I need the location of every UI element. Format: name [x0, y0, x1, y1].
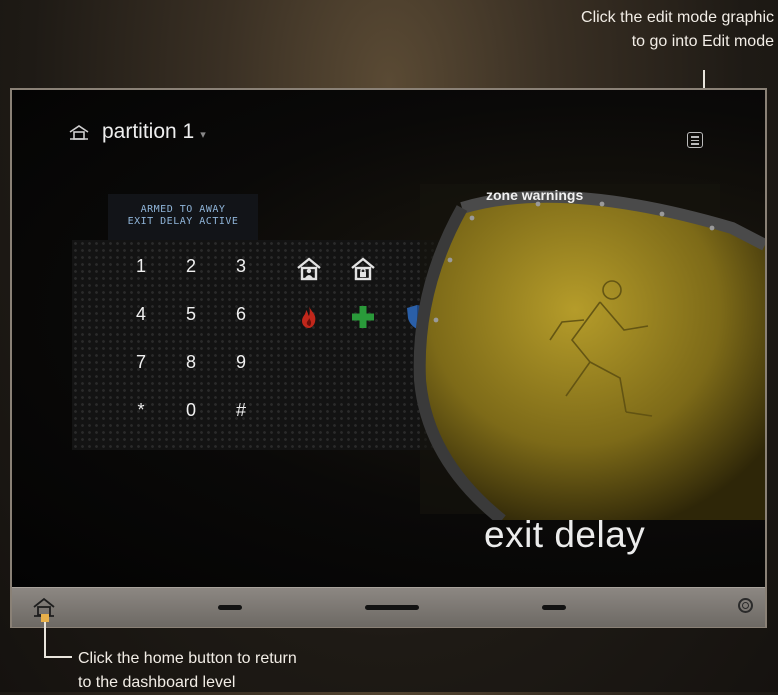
- edit-line: [691, 139, 699, 141]
- edit-callout-line2: to go into Edit mode: [631, 33, 774, 50]
- status-line2: EXIT DELAY ACTIVE: [127, 216, 239, 227]
- edit-callout-line1: Click the edit mode graphic: [581, 9, 774, 26]
- keypad-key-3[interactable]: 3: [216, 250, 266, 298]
- keypad-key-star[interactable]: *: [116, 394, 166, 442]
- nav-page-indicator-left[interactable]: [218, 605, 242, 610]
- keypad-key-2[interactable]: 2: [166, 250, 216, 298]
- running-man-shield-icon[interactable]: [412, 190, 765, 520]
- circle-icon[interactable]: [738, 598, 753, 613]
- keypad-key-9[interactable]: 9: [216, 346, 266, 394]
- fire-icon[interactable]: [296, 304, 322, 330]
- keypad-key-6[interactable]: 6: [216, 298, 266, 346]
- keypad-key-4[interactable]: 4: [116, 298, 166, 346]
- edit-mode-callout: Click the edit mode graphic to go into E…: [474, 6, 774, 54]
- partition-title: partition 1: [102, 120, 195, 143]
- exit-delay-label: exit delay: [484, 514, 646, 555]
- arm-stay-icon[interactable]: [296, 256, 322, 282]
- edit-line: [691, 143, 699, 145]
- home-icon: [69, 125, 89, 140]
- status-display: ARMED TO AWAY EXIT DELAY ACTIVE: [108, 194, 258, 240]
- partition-header[interactable]: partition 1 ▾: [68, 120, 206, 144]
- home-callout-connector-vertical: [44, 622, 46, 657]
- chevron-down-icon[interactable]: ▾: [200, 128, 206, 141]
- edit-line: [691, 136, 699, 138]
- keypad-key-8[interactable]: 8: [166, 346, 216, 394]
- keypad-key-1[interactable]: 1: [116, 250, 166, 298]
- home-callout-line2: to the dashboard level: [78, 674, 236, 691]
- keypad-key-5[interactable]: 5: [166, 298, 216, 346]
- home-callout-connector-horizontal: [44, 656, 72, 658]
- zone-warnings-label: zone warnings: [486, 187, 584, 203]
- keypad-key-0[interactable]: 0: [166, 394, 216, 442]
- keypad: 1 2 3 4 5 6 7 8 9 * 0 #: [116, 250, 266, 442]
- home-callout-line1: Click the home button to return: [78, 650, 297, 667]
- nav-page-indicator-center[interactable]: [365, 605, 419, 610]
- device-frame: partition 1 ▾ ARMED TO AWAY EXIT DELAY A…: [10, 88, 767, 628]
- security-screen: partition 1 ▾ ARMED TO AWAY EXIT DELAY A…: [12, 90, 765, 587]
- arm-away-icon[interactable]: [350, 256, 376, 282]
- edit-mode-button[interactable]: [687, 132, 703, 148]
- keypad-key-hash[interactable]: #: [216, 394, 266, 442]
- home-callout-marker: [41, 614, 49, 622]
- bottom-navigation-bar: [12, 587, 765, 627]
- medical-icon[interactable]: [350, 304, 376, 330]
- home-callout: Click the home button to return to the d…: [78, 647, 398, 695]
- keypad-key-7[interactable]: 7: [116, 346, 166, 394]
- nav-page-indicator-right[interactable]: [542, 605, 566, 610]
- status-line1: ARMED TO AWAY: [140, 204, 226, 215]
